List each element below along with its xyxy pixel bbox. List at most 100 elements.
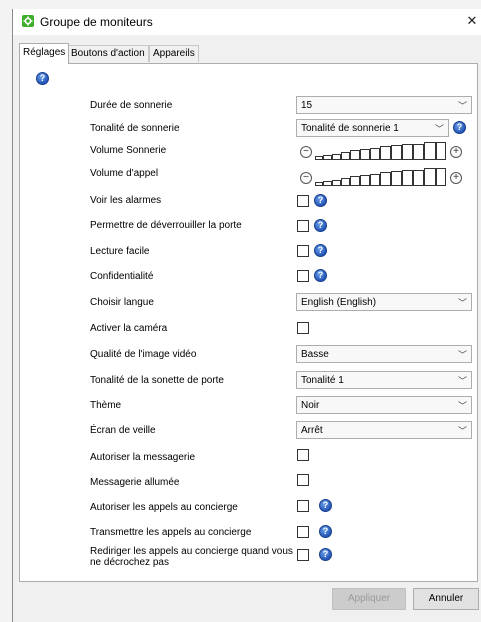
chevron-down-icon: ﹀	[457, 350, 467, 360]
deverrouiller-porte-label: Permettre de déverrouiller la porte	[90, 220, 242, 231]
volume-bar[interactable]	[436, 168, 446, 186]
qualite-video-value: Basse	[301, 349, 329, 360]
volume-bar[interactable]	[341, 152, 350, 160]
volume-bar[interactable]	[323, 181, 332, 186]
volume-bar[interactable]	[332, 154, 341, 160]
volume-bar[interactable]	[413, 170, 424, 186]
volume-bar[interactable]	[436, 142, 446, 160]
rediriger-concierge-checkbox[interactable]	[297, 549, 309, 561]
volume-bar[interactable]	[332, 180, 341, 186]
tab-reglages[interactable]: Réglages	[19, 43, 70, 64]
tonalite-porte-dropdown[interactable]: Tonalité 1 ﹀	[296, 371, 472, 389]
lecture-facile-checkbox[interactable]	[297, 245, 309, 257]
volume-bar[interactable]	[380, 172, 391, 186]
volume-bar[interactable]	[391, 145, 402, 160]
volume-bar[interactable]	[360, 149, 370, 160]
volume-bar[interactable]	[424, 142, 436, 160]
close-icon[interactable]: ✕	[465, 13, 479, 29]
help-icon[interactable]: ?	[314, 194, 327, 207]
activer-camera-label: Activer la caméra	[90, 323, 168, 334]
ecran-veille-dropdown[interactable]: Arrêt ﹀	[296, 421, 472, 439]
volume-bar[interactable]	[360, 175, 370, 186]
autoriser-messagerie-label: Autoriser la messagerie	[90, 452, 196, 463]
volume-bar[interactable]	[350, 150, 360, 160]
volume-bar[interactable]	[370, 174, 380, 186]
volume-bar[interactable]	[350, 176, 360, 186]
volume-bar[interactable]	[402, 144, 413, 160]
help-icon[interactable]: ?	[319, 525, 332, 538]
volume-bar[interactable]	[391, 171, 402, 186]
settings-panel: ? Durée de sonnerie 15 ﹀ Tonalité de son…	[19, 63, 478, 582]
volume-sonnerie-label: Volume Sonnerie	[90, 145, 167, 156]
volume-up-icon[interactable]: +	[450, 172, 462, 184]
choisir-langue-dropdown[interactable]: English (English) ﹀	[296, 293, 472, 311]
confidentialite-checkbox[interactable]	[297, 270, 309, 282]
duree-sonnerie-label: Durée de sonnerie	[90, 100, 173, 111]
tab-boutons-action[interactable]: Boutons d'action	[67, 45, 149, 62]
tab-appareils[interactable]: Appareils	[149, 45, 199, 62]
volume-bar[interactable]	[341, 178, 350, 186]
volume-bar[interactable]	[370, 148, 380, 160]
voir-alarmes-checkbox[interactable]	[297, 195, 309, 207]
qualite-video-dropdown[interactable]: Basse ﹀	[296, 345, 472, 363]
tonalite-sonnerie-label: Tonalité de sonnerie	[90, 123, 180, 134]
voir-alarmes-label: Voir les alarmes	[90, 195, 162, 206]
help-icon[interactable]: ?	[314, 219, 327, 232]
rediriger-concierge-label: Rediriger les appels au concierge quand …	[90, 546, 293, 568]
help-icon[interactable]: ?	[314, 244, 327, 257]
lecture-facile-label: Lecture facile	[90, 246, 150, 257]
title-bar: Groupe de moniteurs ✕	[13, 9, 481, 35]
volume-sonnerie-slider[interactable]: − +	[300, 142, 476, 162]
theme-value: Noir	[301, 400, 320, 411]
volume-bar[interactable]	[380, 146, 391, 160]
help-icon[interactable]: ?	[319, 499, 332, 512]
activer-camera-checkbox[interactable]	[297, 322, 309, 334]
transmettre-concierge-checkbox[interactable]	[297, 526, 309, 538]
volume-down-icon[interactable]: −	[300, 146, 312, 158]
help-icon[interactable]: ?	[453, 121, 466, 134]
autoriser-messagerie-checkbox[interactable]	[297, 449, 309, 461]
volume-bar[interactable]	[323, 155, 332, 160]
volume-bar[interactable]	[315, 182, 323, 186]
chevron-down-icon: ﹀	[434, 124, 444, 134]
transmettre-concierge-label: Transmettre les appels au concierge	[90, 527, 252, 538]
tonalite-sonnerie-dropdown[interactable]: Tonalité de sonnerie 1 ﹀	[296, 119, 449, 137]
volume-bar[interactable]	[424, 168, 436, 186]
messagerie-allumee-checkbox[interactable]	[297, 474, 309, 486]
volume-bar[interactable]	[413, 144, 424, 160]
chevron-down-icon: ﹀	[457, 101, 467, 111]
window-title: Groupe de moniteurs	[40, 15, 153, 29]
chevron-down-icon: ﹀	[457, 401, 467, 411]
duree-sonnerie-value: 15	[301, 100, 313, 111]
duree-sonnerie-dropdown[interactable]: 15 ﹀	[296, 96, 472, 114]
apply-button[interactable]: Appliquer	[332, 588, 406, 610]
dialog-window: Groupe de moniteurs ✕ Réglages Boutons d…	[12, 9, 481, 622]
autoriser-concierge-label: Autoriser les appels au concierge	[90, 502, 238, 513]
volume-appel-slider[interactable]: − +	[300, 168, 476, 188]
autoriser-concierge-checkbox[interactable]	[297, 500, 309, 512]
tonalite-porte-label: Tonalité de la sonette de porte	[90, 375, 224, 386]
help-icon[interactable]: ?	[319, 548, 332, 561]
volume-down-icon[interactable]: −	[300, 172, 312, 184]
choisir-langue-value: English (English)	[301, 297, 377, 308]
chevron-down-icon: ﹀	[457, 426, 467, 436]
theme-dropdown[interactable]: Noir ﹀	[296, 396, 472, 414]
choisir-langue-label: Choisir langue	[90, 297, 154, 308]
volume-up-icon[interactable]: +	[450, 146, 462, 158]
help-icon[interactable]: ?	[36, 72, 49, 85]
volume-appel-label: Volume d'appel	[90, 168, 159, 179]
theme-label: Thème	[90, 400, 122, 411]
qualite-video-label: Qualité de l'image vidéo	[90, 349, 197, 360]
chevron-down-icon: ﹀	[457, 298, 467, 308]
cancel-button[interactable]: Annuler	[413, 588, 479, 610]
chevron-down-icon: ﹀	[457, 376, 467, 386]
volume-bar[interactable]	[402, 170, 413, 186]
monitor-group-icon	[22, 15, 34, 27]
tonalite-porte-value: Tonalité 1	[301, 375, 344, 386]
deverrouiller-porte-checkbox[interactable]	[297, 220, 309, 232]
ecran-veille-label: Écran de veille	[90, 425, 156, 436]
help-icon[interactable]: ?	[314, 269, 327, 282]
messagerie-allumee-label: Messagerie allumée	[90, 477, 180, 488]
volume-bar[interactable]	[315, 156, 323, 160]
confidentialite-label: Confidentialité	[90, 271, 154, 282]
